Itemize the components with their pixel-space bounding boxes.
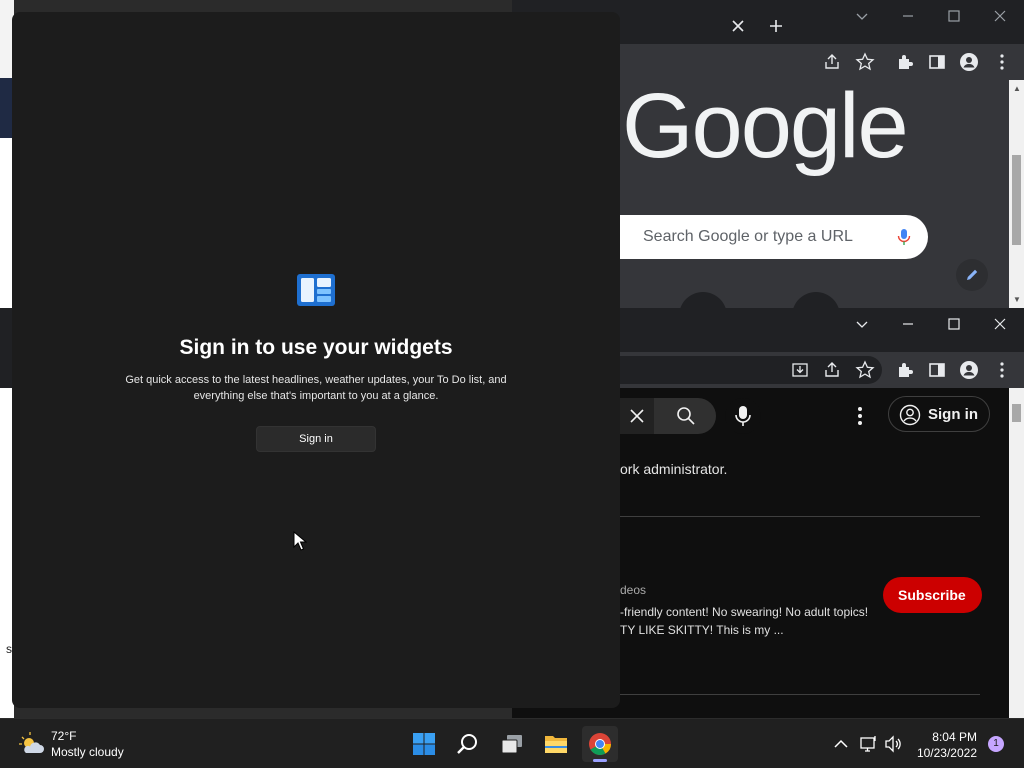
close-window-icon[interactable] [992, 316, 1008, 332]
chrome-taskbar-button[interactable] [582, 726, 618, 762]
subscribe-button[interactable]: Subscribe [883, 577, 982, 613]
file-explorer-button[interactable] [538, 726, 574, 762]
close-icon [630, 409, 644, 423]
divider [620, 694, 980, 695]
chrome-icon [589, 733, 611, 755]
system-clock[interactable]: 8:04 PM 10/23/2022 [915, 729, 977, 761]
voice-search-icon[interactable] [894, 227, 914, 247]
shortcut-tile[interactable] [792, 292, 840, 308]
taskbar: 72°F Mostly cloudy 8:04 PM 10/23/2022 1 [0, 718, 1024, 768]
channel-description-line: -friendly content! No swearing! No adult… [620, 605, 869, 619]
maximize-icon[interactable] [946, 316, 962, 332]
voice-search-button[interactable] [725, 398, 761, 434]
start-icon [413, 733, 435, 755]
bookmark-star-icon[interactable] [855, 52, 875, 72]
share-icon[interactable] [822, 360, 842, 380]
network-icon[interactable] [860, 735, 878, 753]
extensions-icon[interactable] [895, 52, 915, 72]
close-tab-icon[interactable] [730, 18, 746, 34]
customize-pencil-button[interactable] [956, 259, 988, 291]
file-explorer-icon [545, 736, 567, 753]
close-window-icon[interactable] [992, 8, 1008, 24]
notice-text: ork administrator. [620, 461, 728, 477]
taskbar-search-button[interactable] [450, 726, 486, 762]
partly-cloudy-icon [19, 732, 44, 753]
clear-search-button[interactable] [620, 398, 654, 434]
scrollbar[interactable]: ▲ ▼ [1009, 80, 1024, 308]
microphone-icon [735, 406, 751, 426]
search-icon [677, 407, 695, 425]
task-view-button[interactable] [494, 726, 530, 762]
share-icon[interactable] [822, 52, 842, 72]
volume-icon[interactable] [884, 735, 902, 753]
weather-condition: Mostly cloudy [51, 745, 124, 759]
new-tab-icon[interactable] [768, 18, 784, 34]
install-app-icon[interactable] [790, 360, 810, 380]
widgets-sign-in-button[interactable]: Sign in [256, 426, 376, 452]
search-icon [457, 734, 477, 754]
clock-date: 10/23/2022 [916, 746, 977, 760]
profile-icon[interactable] [959, 360, 979, 380]
extensions-icon[interactable] [895, 360, 915, 380]
maximize-icon[interactable] [946, 8, 962, 24]
start-button[interactable] [406, 726, 442, 762]
show-hidden-icons-chevron-icon[interactable] [832, 735, 850, 753]
scroll-up-icon[interactable]: ▲ [1013, 84, 1021, 93]
weather-widget[interactable]: 72°F Mostly cloudy [18, 728, 158, 762]
weather-temperature: 72°F [51, 729, 77, 743]
pencil-icon [967, 269, 978, 280]
widgets-panel: Sign in to use your widgets Get quick ac… [12, 12, 620, 708]
search-placeholder: Search Google or type a URL [643, 228, 853, 245]
scrollbar[interactable] [1009, 388, 1024, 718]
divider [620, 516, 980, 517]
google-logo: Google [622, 80, 909, 177]
minimize-icon[interactable] [900, 8, 916, 24]
account-icon [899, 404, 921, 426]
mouse-cursor-icon [293, 531, 307, 551]
bookmark-star-icon[interactable] [855, 360, 875, 380]
active-app-indicator [593, 759, 607, 762]
minimize-icon[interactable] [900, 316, 916, 332]
channel-description-line: TY LIKE SKITTY! This is my ... [620, 623, 784, 637]
side-panel-icon[interactable] [927, 360, 947, 380]
side-panel-icon[interactable] [927, 52, 947, 72]
youtube-search-button[interactable] [654, 398, 716, 434]
sign-in-label: Sign in [928, 406, 978, 423]
scroll-down-icon[interactable]: ▼ [1013, 295, 1021, 304]
shortcut-tile[interactable] [679, 292, 727, 308]
menu-kebab-icon[interactable] [992, 360, 1012, 380]
menu-kebab-icon[interactable] [992, 52, 1012, 72]
chevron-down-icon[interactable] [854, 8, 870, 24]
profile-icon[interactable] [959, 52, 979, 72]
youtube-sign-in-button[interactable]: Sign in [888, 396, 990, 432]
google-search-box[interactable]: Search Google or type a URL [612, 215, 928, 259]
clock-time: 8:04 PM [932, 730, 977, 744]
widgets-title: Sign in to use your widgets [179, 336, 453, 359]
notification-badge[interactable]: 1 [988, 736, 1004, 752]
widgets-description: Get quick access to the latest headlines… [125, 374, 507, 402]
subscribe-label: Subscribe [898, 587, 966, 603]
chevron-down-icon[interactable] [854, 316, 870, 332]
settings-kebab-icon[interactable] [850, 404, 870, 428]
scrollbar-thumb[interactable] [1012, 404, 1021, 422]
scrollbar-thumb[interactable] [1012, 155, 1021, 245]
channel-video-count: deos [620, 583, 647, 597]
task-view-icon [501, 735, 522, 754]
widgets-icon [297, 274, 335, 306]
